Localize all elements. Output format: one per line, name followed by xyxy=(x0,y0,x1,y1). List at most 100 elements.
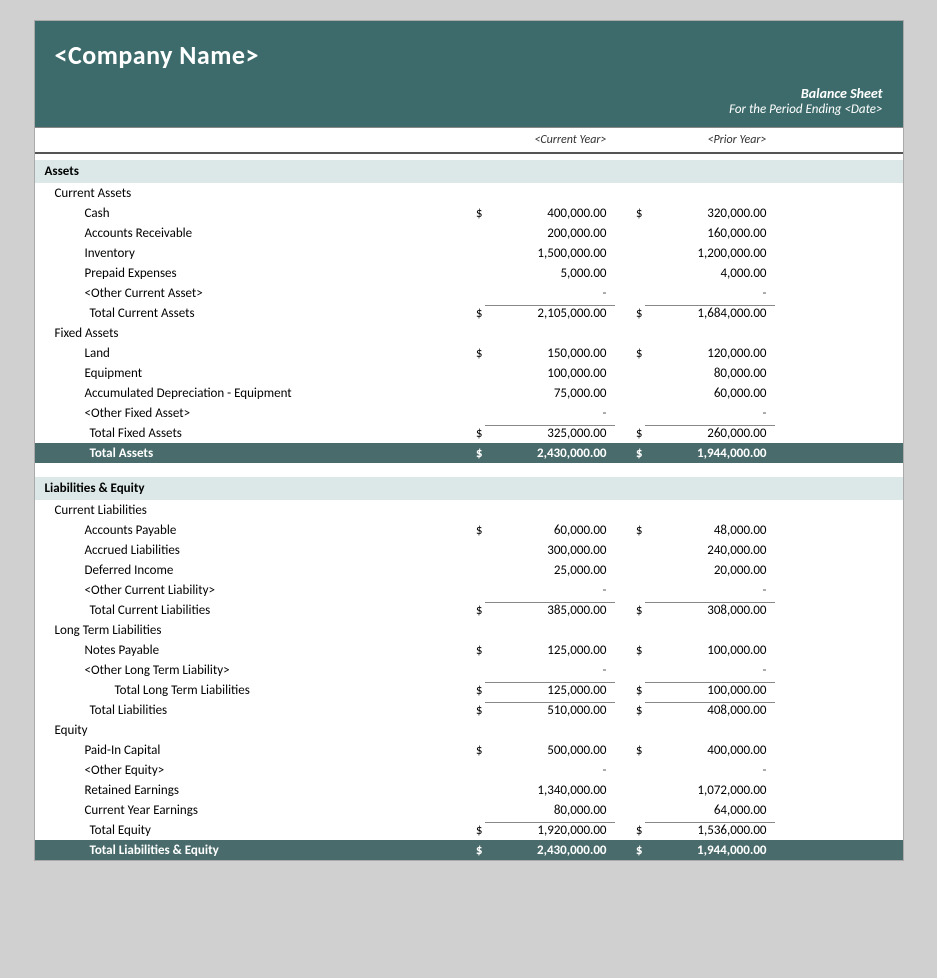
cy-value: 100,000.00 xyxy=(485,366,615,381)
cy-value: 80,000.00 xyxy=(485,803,615,818)
py-value: - xyxy=(645,286,775,301)
current-assets-label: Current Assets xyxy=(35,186,455,201)
liabilities-equity-label: Liabilities & Equity xyxy=(35,481,455,496)
item-label: <Other Current Asset> xyxy=(35,286,455,301)
item-label: Accrued Liabilities xyxy=(35,543,455,558)
py-value: 1,200,000.00 xyxy=(645,246,775,261)
current-year-earnings-label: Current Year Earnings xyxy=(35,803,455,818)
cy-value: 25,000.00 xyxy=(485,563,615,578)
item-label: Accumulated Depreciation - Equipment xyxy=(35,386,455,401)
cy-value: 500,000.00 xyxy=(485,743,615,758)
dollar-sign-py: $ xyxy=(615,703,645,718)
total-liabilities-cy: 510,000.00 xyxy=(485,702,615,718)
py-value: 120,000.00 xyxy=(645,346,775,361)
header: <Company Name> Balance Sheet For the Per… xyxy=(35,21,903,127)
grand-total-le-py: 1,944,000.00 xyxy=(645,843,775,858)
table-row: Notes Payable $ 125,000.00 $ 100,000.00 xyxy=(35,640,903,660)
cy-value: 75,000.00 xyxy=(485,386,615,401)
total-current-assets-label: Total Current Assets xyxy=(35,306,455,321)
grand-total-py: 1,944,000.00 xyxy=(645,446,775,461)
fixed-assets-heading: Fixed Assets xyxy=(35,323,903,343)
table-row: <Other Long Term Liability> - - xyxy=(35,660,903,680)
py-value: - xyxy=(645,663,775,678)
equity-heading: Equity xyxy=(35,720,903,740)
divider xyxy=(35,463,903,471)
py-value: 160,000.00 xyxy=(645,226,775,241)
dollar-sign-py: $ xyxy=(615,306,645,321)
total-fixed-assets-label: Total Fixed Assets xyxy=(35,426,455,441)
total-current-assets-row: Total Current Assets $ 2,105,000.00 $ 1,… xyxy=(35,303,903,323)
total-fixed-assets-row: Total Fixed Assets $ 325,000.00 $ 260,00… xyxy=(35,423,903,443)
dollar-sign: $ xyxy=(455,206,485,221)
column-headers: <Current Year> <Prior Year> xyxy=(35,127,903,154)
table-row: <Other Current Liability> - - xyxy=(35,580,903,600)
current-liabilities-label: Current Liabilities xyxy=(35,503,455,518)
py-value: 400,000.00 xyxy=(645,743,775,758)
table-row: <Other Fixed Asset> - - xyxy=(35,403,903,423)
grand-total-le-cy: 2,430,000.00 xyxy=(485,843,615,858)
table-row: Inventory 1,500,000.00 1,200,000.00 xyxy=(35,243,903,263)
total-cy-value: 2,105,000.00 xyxy=(485,305,615,321)
cy-value: - xyxy=(485,763,615,778)
py-value: 4,000.00 xyxy=(645,266,775,281)
item-label: Cash xyxy=(35,206,455,221)
item-label: <Other Long Term Liability> xyxy=(35,663,455,678)
total-assets-label: Total Assets xyxy=(35,446,455,461)
long-term-liabilities-heading: Long Term Liabilities xyxy=(35,620,903,640)
table-row: Cash $ 400,000.00 $ 320,000.00 xyxy=(35,203,903,223)
py-value: 60,000.00 xyxy=(645,386,775,401)
py-value: 80,000.00 xyxy=(645,366,775,381)
total-assets-row: Total Assets $ 2,430,000.00 $ 1,944,000.… xyxy=(35,443,903,463)
cy-value: 5,000.00 xyxy=(485,266,615,281)
balance-sheet-container: <Company Name> Balance Sheet For the Per… xyxy=(34,20,904,861)
total-equity-cy: 1,920,000.00 xyxy=(485,822,615,838)
py-value: - xyxy=(645,763,775,778)
current-year-header: <Current Year> xyxy=(485,133,615,147)
long-term-liabilities-label: Long Term Liabilities xyxy=(35,623,455,638)
py-value: 240,000.00 xyxy=(645,543,775,558)
py-value: - xyxy=(645,583,775,598)
company-name: <Company Name> xyxy=(55,39,883,71)
py-value: 20,000.00 xyxy=(645,563,775,578)
assets-section-header: Assets xyxy=(35,160,903,183)
cy-value: 300,000.00 xyxy=(485,543,615,558)
item-label: Notes Payable xyxy=(35,643,455,658)
total-long-term-liabilities-label: Total Long Term Liabilities xyxy=(35,683,455,698)
total-liabilities-equity-label: Total Liabilities & Equity xyxy=(35,843,455,858)
dollar-sign: $ xyxy=(455,523,485,538)
table-row: Accounts Receivable 200,000.00 160,000.0… xyxy=(35,223,903,243)
total-liabilities-py: 408,000.00 xyxy=(645,702,775,718)
cy-value: - xyxy=(485,583,615,598)
table-row: Retained Earnings 1,340,000.00 1,072,000… xyxy=(35,780,903,800)
total-equity-py: 1,536,000.00 xyxy=(645,822,775,838)
cy-value: - xyxy=(485,663,615,678)
dollar-sign: $ xyxy=(455,346,485,361)
dollar-sign-py: $ xyxy=(615,426,645,441)
item-label: <Other Fixed Asset> xyxy=(35,406,455,421)
item-label: Equipment xyxy=(35,366,455,381)
dollar-sign-py: $ xyxy=(615,743,645,758)
report-subtitle: For the Period Ending <Date> xyxy=(55,102,883,117)
item-label: Paid-In Capital xyxy=(35,743,455,758)
table-row: Deferred Income 25,000.00 20,000.00 xyxy=(35,560,903,580)
dollar-sign-py: $ xyxy=(615,823,645,838)
table-row: <Other Current Asset> - - xyxy=(35,283,903,303)
total-cy-value: 325,000.00 xyxy=(485,425,615,441)
dollar-sign: $ xyxy=(455,426,485,441)
table-row: Current Year Earnings 80,000.00 64,000.0… xyxy=(35,800,903,820)
table-area: Assets Current Assets Cash $ 400,000.00 … xyxy=(35,160,903,860)
table-row: Prepaid Expenses 5,000.00 4,000.00 xyxy=(35,263,903,283)
total-cy-value: 385,000.00 xyxy=(485,602,615,618)
cy-value: 150,000.00 xyxy=(485,346,615,361)
dollar-sign-py: $ xyxy=(615,346,645,361)
grand-total-cy: 2,430,000.00 xyxy=(485,446,615,461)
dollar-sign: $ xyxy=(455,306,485,321)
total-py-value: 308,000.00 xyxy=(645,602,775,618)
item-label: Retained Earnings xyxy=(35,783,455,798)
dollar-sign: $ xyxy=(455,743,485,758)
total-liabilities-row: Total Liabilities $ 510,000.00 $ 408,000… xyxy=(35,700,903,720)
dollar-sign-py: $ xyxy=(615,603,645,618)
table-row: Equipment 100,000.00 80,000.00 xyxy=(35,363,903,383)
item-label: Accounts Receivable xyxy=(35,226,455,241)
item-label: Deferred Income xyxy=(35,563,455,578)
